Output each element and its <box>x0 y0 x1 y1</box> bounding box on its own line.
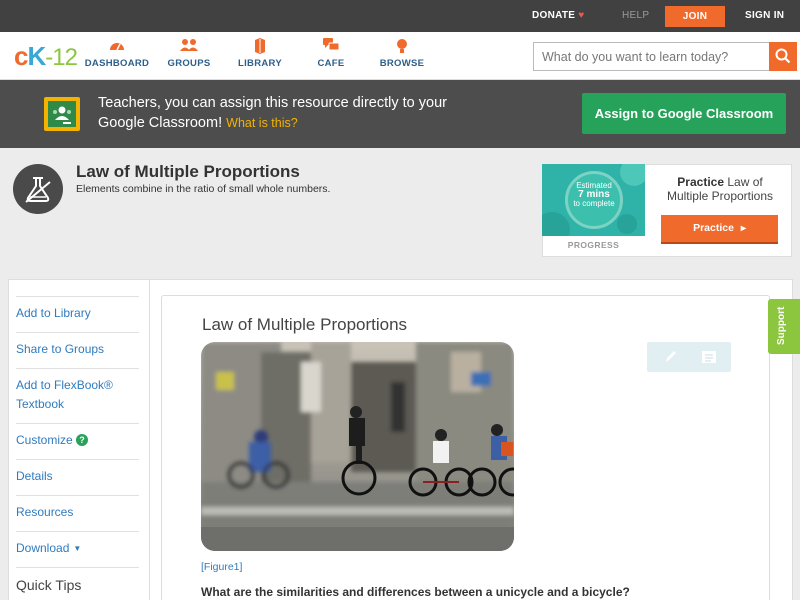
sidebar-divider <box>16 332 139 333</box>
estimate-line-3: to complete <box>573 199 615 208</box>
practice-label-bold: Practice <box>677 175 724 189</box>
progress-label: PROGRESS <box>567 240 620 250</box>
estimate-minutes: 7 mins <box>578 189 610 200</box>
nav-browse-label: BROWSE <box>379 58 425 69</box>
sidebar-divider <box>16 495 139 496</box>
nav-library[interactable]: LIBRARY <box>225 38 295 69</box>
library-icon <box>225 38 295 56</box>
ck12-logo[interactable]: cK-12 <box>14 41 78 72</box>
google-classroom-icon <box>44 97 80 131</box>
content-toolbar <box>647 342 731 372</box>
nav-groups[interactable]: GROUPS <box>154 38 224 69</box>
support-label: Support <box>776 306 787 345</box>
sidebar-add-to-library[interactable]: Add to Library <box>16 304 139 323</box>
lesson-question: What are the similarities and difference… <box>201 585 630 599</box>
estimate-text: Estimated 7 mins to complete <box>565 181 623 208</box>
sidebar-share-to-groups[interactable]: Share to Groups <box>16 340 139 359</box>
donate-label: DONATE <box>532 10 576 21</box>
sidebar-download[interactable]: Download ▼ <box>16 539 139 558</box>
donate-link[interactable]: DONATE ♥ <box>532 0 585 32</box>
sidebar-details[interactable]: Details <box>16 467 139 486</box>
pencil-icon[interactable] <box>663 349 677 370</box>
sidebar-divider <box>16 368 139 369</box>
signin-link[interactable]: SIGN IN <box>745 0 784 32</box>
nav-library-label: LIBRARY <box>238 58 282 69</box>
assign-google-classroom-button[interactable]: Assign to Google Classroom <box>582 93 786 134</box>
cafe-icon <box>296 38 366 56</box>
banner-text: Teachers, you can assign this resource d… <box>98 93 448 133</box>
concept-subtitle: Elements combine in the ratio of small w… <box>76 183 331 195</box>
groups-icon <box>154 38 224 56</box>
join-button[interactable]: JOIN <box>665 6 725 27</box>
practice-button[interactable]: Practice ▸ <box>661 215 778 244</box>
practice-button-label: Practice <box>693 222 734 234</box>
cyclists-photo <box>201 342 514 551</box>
concept-title: Law of Multiple Proportions <box>76 162 300 181</box>
sidebar-customize[interactable]: Customize ? <box>16 431 139 450</box>
sidebar-divider <box>16 296 139 297</box>
help-icon[interactable]: ? <box>76 434 89 446</box>
sidebar-divider <box>16 531 139 532</box>
sidebar-divider <box>16 459 139 460</box>
nav-dashboard-label: DASHBOARD <box>84 58 150 69</box>
nav-dashboard[interactable]: DASHBOARD <box>82 38 152 69</box>
help-link[interactable]: HELP <box>622 0 649 32</box>
browse-icon <box>367 38 437 56</box>
nav-cafe[interactable]: CAFE <box>296 38 366 69</box>
sidebar-divider <box>16 423 139 424</box>
support-tab[interactable]: Support <box>768 299 800 354</box>
logo-c: c <box>14 41 29 71</box>
nav-cafe-label: CAFE <box>317 58 345 69</box>
practice-label: Practice Law of Multiple Proportions <box>655 175 785 203</box>
chemistry-concept-icon <box>13 164 63 214</box>
quick-tips-heading: Quick Tips <box>16 577 82 593</box>
search-button[interactable] <box>769 42 797 71</box>
caret-down-icon: ▼ <box>73 544 82 553</box>
search-icon <box>775 48 791 64</box>
logo-k: K <box>27 41 46 71</box>
logo-12: -12 <box>45 44 78 71</box>
notes-icon[interactable] <box>701 350 717 369</box>
customize-label: Customize <box>16 433 73 447</box>
nav-browse[interactable]: BROWSE <box>367 38 437 69</box>
chevron-right-icon: ▸ <box>740 223 746 234</box>
sidebar-add-to-flexbook[interactable]: Add to FlexBook® Textbook <box>16 376 139 414</box>
dashboard-icon <box>82 38 152 56</box>
search-input[interactable] <box>533 42 770 71</box>
nav-groups-label: GROUPS <box>167 58 211 69</box>
figure-link[interactable]: [Figure1] <box>201 561 242 573</box>
what-is-this-link[interactable]: What is this? <box>226 116 298 130</box>
top-bar: DONATE ♥ HELP JOIN SIGN IN <box>0 0 800 32</box>
download-label: Download <box>16 541 70 555</box>
heart-icon: ♥ <box>578 10 585 21</box>
sidebar-divider <box>16 567 139 568</box>
content-title: Law of Multiple Proportions <box>202 315 408 334</box>
sidebar-resources[interactable]: Resources <box>16 503 139 522</box>
